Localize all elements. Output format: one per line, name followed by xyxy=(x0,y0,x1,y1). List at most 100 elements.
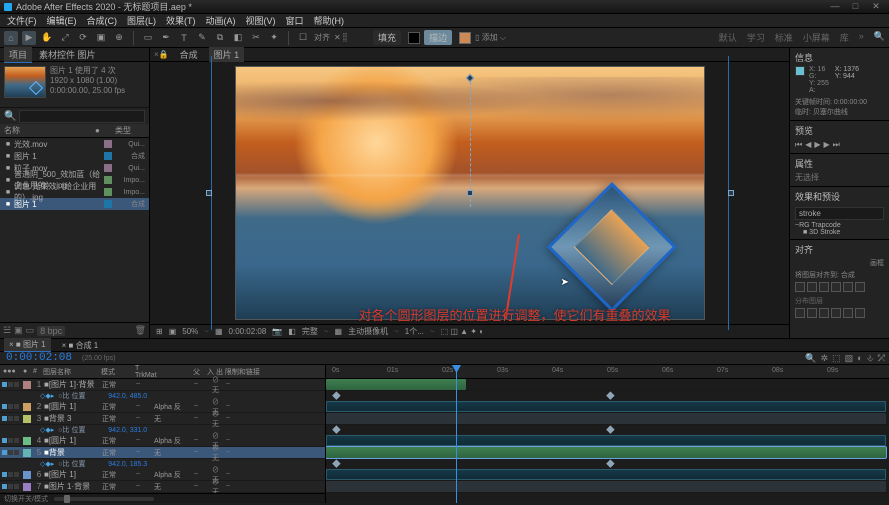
next-frame-icon[interactable]: ▶ xyxy=(824,140,830,150)
timeline-tab-2[interactable]: × ■ 合成 1 xyxy=(57,339,104,352)
align-top-icon[interactable] xyxy=(831,282,841,292)
project-item[interactable]: ■图片 1合成 xyxy=(0,150,149,162)
camera-tool-icon[interactable]: ▣ xyxy=(94,31,108,45)
proj-newcomp-icon[interactable]: ▭ xyxy=(26,325,35,336)
vf-mask-icon[interactable]: ◧ xyxy=(288,327,296,336)
tl-mblur-icon[interactable]: ◐ xyxy=(857,353,862,364)
layer-property[interactable]: ◇◆▸○比 位置942.0, 331.0 xyxy=(0,425,325,435)
tl-snap-icon[interactable]: ⤱ xyxy=(878,353,885,364)
project-item[interactable]: ■调色 光束效（给企业用的）.jpgImpo... xyxy=(0,186,149,198)
keyframe-diamond[interactable] xyxy=(332,391,340,399)
menu-anim[interactable]: 动画(A) xyxy=(203,14,239,27)
home-tool-icon[interactable]: ⌂ xyxy=(4,31,18,45)
stroke-swatch[interactable] xyxy=(459,32,471,44)
project-item[interactable]: ■光效.movQui... xyxy=(0,138,149,150)
playhead[interactable] xyxy=(456,365,457,503)
selection-handle[interactable] xyxy=(206,190,212,196)
viewer-views[interactable]: 1个... xyxy=(405,326,424,337)
dist-1-icon[interactable] xyxy=(795,308,805,318)
align-vcenter-icon[interactable] xyxy=(843,282,853,292)
tlh-parent[interactable]: 父 xyxy=(190,367,204,377)
keyframe-diamond[interactable] xyxy=(606,459,614,467)
layer-bar[interactable] xyxy=(326,413,886,424)
dist-3-icon[interactable] xyxy=(819,308,829,318)
vf-3d-icon[interactable]: ⬚ ◫ ▲ ✦ ◐ xyxy=(441,327,484,336)
workspace-learn[interactable]: 学习 xyxy=(747,31,765,44)
current-timecode[interactable]: 0:00:02:08 xyxy=(0,352,78,364)
dist-4-icon[interactable] xyxy=(831,308,841,318)
tl-frame-blend-icon[interactable]: ▧ xyxy=(845,353,854,364)
timeline-layer[interactable]: 7■图片 1·背景正常~无~⊘ 无~ xyxy=(0,481,325,493)
fill-swatch[interactable] xyxy=(408,32,420,44)
selection-handle[interactable] xyxy=(728,190,734,196)
timeline-layer[interactable]: 6■[图片 1]正常~Alpha 反~⊘ 无~ xyxy=(0,469,325,481)
fill-label[interactable]: 填充 xyxy=(373,30,401,45)
search-help-icon[interactable]: 🔍 xyxy=(874,31,885,44)
layer-property[interactable]: ◇◆▸○比 位置942.0, 185.3 xyxy=(0,459,325,469)
text-tool-icon[interactable]: T xyxy=(177,31,191,45)
rotate-tool-icon[interactable]: ⟳ xyxy=(76,31,90,45)
layer-bar[interactable] xyxy=(326,469,886,480)
project-search-input[interactable] xyxy=(19,110,145,123)
align-hcenter-icon[interactable] xyxy=(807,282,817,292)
brush-tool-icon[interactable]: ✎ xyxy=(195,31,209,45)
keyframe-diamond[interactable] xyxy=(606,425,614,433)
layer-bar[interactable] xyxy=(326,447,886,458)
timeline-layer[interactable]: 2■[圆片 1]正常~Alpha 反~⊘ 无~ xyxy=(0,401,325,413)
viewer-time[interactable]: 0:00:02:08 xyxy=(229,327,267,336)
menu-view[interactable]: 视图(V) xyxy=(243,14,279,27)
tl-graph-icon[interactable]: ⎀ xyxy=(867,353,874,364)
selection-tool-icon[interactable]: ▶ xyxy=(22,31,36,45)
maximize-button[interactable]: □ xyxy=(846,1,864,11)
roto-tool-icon[interactable]: ✂ xyxy=(249,31,263,45)
toggle-switches-button[interactable]: 切换开关/模式 xyxy=(4,494,48,504)
dist-5-icon[interactable] xyxy=(843,308,853,318)
viewer-camera[interactable]: 主动摄像机 xyxy=(348,326,388,337)
col-type[interactable]: 类型 xyxy=(115,125,145,136)
menu-edit[interactable]: 编辑(E) xyxy=(44,14,80,27)
goto-end-icon[interactable]: ⏭ xyxy=(833,140,840,150)
hand-tool-icon[interactable]: ✋ xyxy=(40,31,54,45)
stamp-tool-icon[interactable]: ⧉ xyxy=(213,31,227,45)
col-label[interactable]: ● xyxy=(95,126,115,135)
tab-compview[interactable]: 合成 xyxy=(175,47,203,62)
workspace-default[interactable]: 默认 xyxy=(719,31,737,44)
proj-interpret-icon[interactable]: ☱ xyxy=(3,325,11,336)
viewer-resolution[interactable]: 完整 xyxy=(302,326,318,337)
workspace-small[interactable]: 小屏幕 xyxy=(803,31,830,44)
menu-layer[interactable]: 图层(L) xyxy=(124,14,159,27)
tl-search-icon[interactable]: 🔍 xyxy=(805,353,816,364)
vf-grid-icon[interactable]: ▦ xyxy=(335,327,343,336)
timeline-layer[interactable]: 1■[图片 1]·背景正常~~⊘ 无~ xyxy=(0,379,325,391)
menu-window[interactable]: 窗口 xyxy=(283,14,307,27)
keyframe-diamond[interactable] xyxy=(606,391,614,399)
minimize-button[interactable]: — xyxy=(826,1,844,11)
menu-effect[interactable]: 效果(T) xyxy=(163,14,199,27)
menu-help[interactable]: 帮助(H) xyxy=(311,14,348,27)
layer-property[interactable]: ◇◆▸○比 位置942.0, 485.0 xyxy=(0,391,325,401)
prev-frame-icon[interactable]: ◀ xyxy=(805,140,811,150)
tlh-name[interactable]: 图层名称 xyxy=(40,367,98,377)
fx-item[interactable]: ■ 3D Stroke xyxy=(795,229,884,236)
fx-group[interactable]: ~RG Trapcode xyxy=(795,222,884,229)
keyframe-diamond[interactable] xyxy=(332,459,340,467)
tlh-trk[interactable]: T TrkMat xyxy=(132,365,150,379)
puppet-tool-icon[interactable]: ✦ xyxy=(267,31,281,45)
timeline-layer[interactable]: 4■[圆片 1]正常~Alpha 反~⊘ 无~ xyxy=(0,435,325,447)
zoom-tool-icon[interactable]: ⤢ xyxy=(58,31,72,45)
viewer-lock-icon[interactable]: ×🔒 xyxy=(154,50,169,59)
layer-bar[interactable] xyxy=(326,401,886,412)
play-icon[interactable]: ▶ xyxy=(814,140,820,150)
tab-compimg[interactable]: 图片 1 xyxy=(209,47,245,63)
tab-footage-ctrl[interactable]: 素材控件 图片 xyxy=(34,47,101,62)
proj-trash-icon[interactable]: 🗑 xyxy=(135,325,146,336)
proj-newbin-icon[interactable]: ▣ xyxy=(14,325,23,336)
anchor-point[interactable] xyxy=(467,190,473,196)
snap-toggle-icon[interactable]: ☐ xyxy=(296,31,310,45)
fx-search-input[interactable] xyxy=(795,207,884,220)
timeline-layer[interactable]: 5■背景正常~无~⊘ 无~ xyxy=(0,447,325,459)
timeline-layer[interactable]: 3■背景 3正常~无~⊘ 无~ xyxy=(0,413,325,425)
eraser-tool-icon[interactable]: ◧ xyxy=(231,31,245,45)
tl-comp-icon[interactable]: ✲ xyxy=(821,353,829,364)
composition-viewer[interactable]: ➤ 对各个圆形图层的位置进行调整，使它们有重叠的效果 xyxy=(150,62,789,324)
